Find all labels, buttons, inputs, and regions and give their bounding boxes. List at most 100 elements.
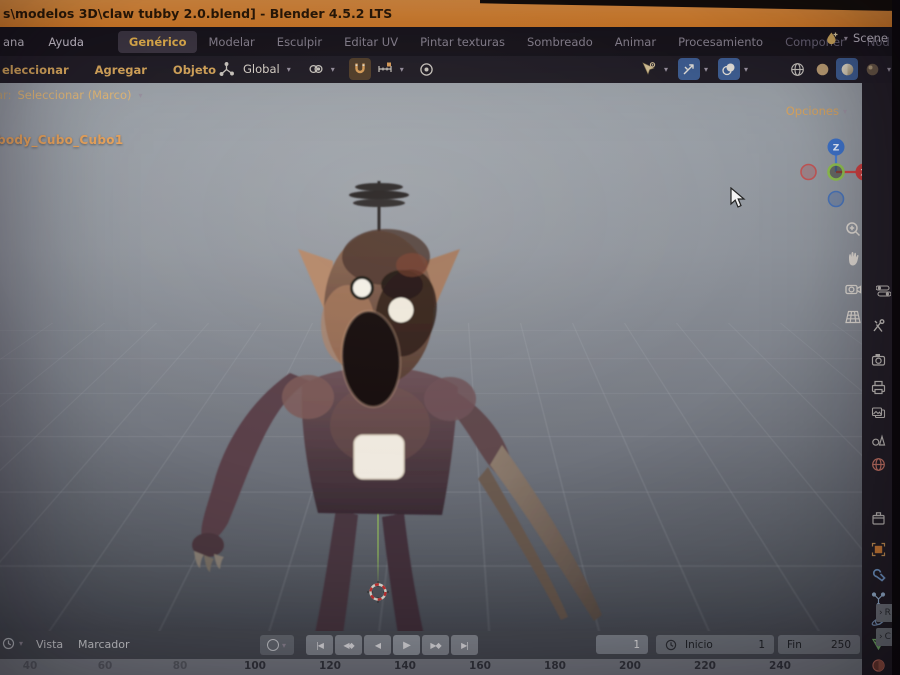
scene-name[interactable]: Scene (853, 31, 888, 45)
show-overlays-icon[interactable] (718, 58, 741, 80)
chevron-down-icon[interactable]: ▾ (138, 91, 142, 100)
tab-procesamiento[interactable]: Procesamiento (667, 31, 774, 53)
viewport-header: eleccionar Agregar Objeto (0, 56, 900, 83)
options-dropdown[interactable]: Opciones ▾ (786, 104, 848, 118)
ruler-tick: 60 (97, 660, 113, 672)
navigation-gizmo[interactable]: Z X (800, 137, 862, 209)
scene-selector[interactable]: ▾ Scene (825, 31, 888, 45)
shading-wireframe-icon[interactable] (786, 58, 808, 80)
show-gizmo-icon[interactable] (678, 58, 701, 80)
end-value: 250 (830, 638, 851, 651)
menu-window[interactable]: ana (0, 35, 36, 49)
shading-solid-icon[interactable] (811, 58, 833, 80)
tool-prompt-label[interactable]: Seleccionar (Marco) (17, 88, 131, 102)
shading-rendered-icon[interactable] (861, 58, 883, 80)
gizmo-neg-z-axis (827, 190, 845, 208)
play-reverse-button[interactable]: ◀ (364, 635, 391, 655)
menu-seleccionar[interactable]: eleccionar (0, 63, 82, 77)
visibility-controls: ▾ ▾ ▾ (638, 58, 749, 80)
zoom-button[interactable] (840, 217, 862, 243)
playback-controls: |◀ ◀◆ ◀ ▶ ▶◆ ▶| (306, 635, 478, 655)
gizmo-y-axis-ring (827, 163, 845, 181)
transform-controls: Global ▾ ▾ ▾ (215, 58, 438, 80)
tab-view-layer-icon[interactable] (870, 405, 886, 421)
frame-start-field[interactable]: Inicio 1 (656, 635, 774, 654)
tab-scene-icon[interactable] (870, 431, 886, 447)
chevron-down-icon[interactable]: ▾ (664, 65, 668, 74)
end-label: Fin (787, 638, 802, 651)
chevron-down-icon: ▾ (19, 639, 24, 648)
orthographic-toggle-button[interactable] (840, 304, 862, 330)
shading-controls: ▾ (786, 58, 892, 80)
tab-material-icon[interactable] (870, 657, 886, 673)
ruler-tick: 140 (394, 660, 416, 672)
tab-world-icon[interactable] (870, 456, 886, 472)
chevron-down-icon[interactable]: ▾ (744, 65, 748, 74)
monitor-bezel-right (892, 0, 900, 675)
menu-help[interactable]: Ayuda (36, 35, 96, 49)
auto-keying-button[interactable]: ▾ (260, 635, 294, 655)
proportional-edit-icon[interactable] (416, 58, 438, 80)
active-tool-prompt: ar: Seleccionar (Marco) ▾ (0, 88, 144, 102)
chevron-down-icon[interactable]: ▾ (844, 34, 848, 43)
ruler-tick: 80 (172, 660, 188, 672)
chevron-down-icon[interactable]: ▾ (400, 65, 404, 74)
properties-rail (862, 83, 893, 675)
timeline-menu-vista[interactable]: Vista (36, 638, 63, 651)
ruler-tick: 180 (544, 660, 566, 672)
current-frame-field[interactable]: 1 (596, 635, 648, 654)
tab-object-icon[interactable] (870, 541, 886, 557)
tab-generico[interactable]: Genérico (117, 30, 198, 53)
chevron-down-icon[interactable]: ▾ (887, 65, 891, 74)
editor-toggles-icon[interactable] (875, 283, 891, 299)
play-button[interactable]: ▶ (393, 635, 420, 655)
tab-modifiers-icon[interactable] (870, 566, 886, 582)
snap-target-icon[interactable] (374, 58, 396, 80)
ruler-tick: 200 (619, 660, 641, 672)
blender-window: s\modelos 3D\claw tubby 2.0.blend] - Ble… (0, 0, 900, 675)
ruler-tick: 40 (22, 660, 38, 672)
window-title: s\modelos 3D\claw tubby 2.0.blend] - Ble… (3, 6, 393, 21)
tab-output-icon[interactable] (870, 379, 886, 395)
orientation-label[interactable]: Global (243, 62, 280, 76)
mouse-cursor (730, 187, 746, 208)
tab-render-icon[interactable] (870, 351, 886, 367)
start-label: Inicio (685, 638, 713, 651)
orientation-axes-icon[interactable] (215, 58, 237, 80)
timeline-ruler[interactable]: 40 60 80 100 120 140 160 180 200 220 240 (0, 659, 862, 675)
tab-esculpir[interactable]: Esculpir (266, 31, 333, 53)
chevron-down-icon[interactable]: ▾ (287, 65, 291, 74)
panel-chevron-icon: › (879, 608, 883, 618)
ruler-tick: 220 (694, 660, 716, 672)
tab-modelar[interactable]: Modelar (197, 31, 265, 53)
shading-material-icon[interactable] (836, 58, 858, 80)
creature-model-claw-tubby (192, 181, 602, 631)
ruler-tick: 240 (769, 660, 791, 672)
snap-magnet-icon[interactable] (348, 58, 371, 80)
ruler-tick: 100 (244, 660, 266, 672)
tab-tool-icon[interactable] (870, 318, 886, 334)
timeline-menu-marcador[interactable]: Marcador (78, 638, 130, 651)
topbar: ana Ayuda Genérico Modelar Esculpir Edit… (0, 27, 900, 56)
menu-agregar[interactable]: Agregar (82, 63, 160, 77)
object-visibility-icon[interactable] (638, 58, 660, 80)
tab-collection-icon[interactable] (870, 510, 886, 526)
frame-end-field[interactable]: Fin 250 (778, 635, 860, 654)
tab-editar-uv[interactable]: Editar UV (333, 31, 409, 53)
pivot-point-icon[interactable] (305, 58, 327, 80)
viewport-3d[interactable]: ar: Seleccionar (Marco) ▾ Opciones ▾ bod… (0, 83, 862, 631)
timeline-editor-type[interactable]: ▾ (2, 637, 24, 650)
jump-to-start-button[interactable]: |◀ (306, 635, 333, 655)
pan-hand-button[interactable] (840, 246, 862, 272)
tab-sombreado[interactable]: Sombreado (516, 31, 604, 53)
workspace-tabs: Genérico Modelar Esculpir Editar UV Pint… (117, 30, 900, 53)
clock-icon (2, 637, 15, 650)
prev-keyframe-button[interactable]: ◀◆ (335, 635, 362, 655)
next-keyframe-button[interactable]: ▶◆ (422, 635, 449, 655)
tab-animar[interactable]: Animar (604, 31, 667, 53)
camera-view-button[interactable] (840, 276, 862, 302)
jump-to-end-button[interactable]: ▶| (451, 635, 478, 655)
tab-pintar-texturas[interactable]: Pintar texturas (409, 31, 516, 53)
chevron-down-icon[interactable]: ▾ (331, 65, 335, 74)
chevron-down-icon[interactable]: ▾ (704, 65, 708, 74)
